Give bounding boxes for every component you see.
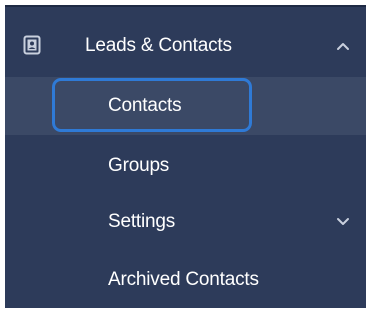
sidebar-item-label: Groups (108, 155, 170, 176)
nav-group-leads-contacts[interactable]: Leads & Contacts (5, 15, 366, 77)
sidebar-item-label: Contacts (108, 95, 182, 116)
sidebar-item-label: Settings (108, 211, 176, 232)
chevron-down-icon[interactable] (336, 217, 350, 227)
sidebar-item-groups[interactable]: Groups (5, 137, 366, 195)
sidebar-item-archived-contacts[interactable]: Archived Contacts (5, 251, 366, 309)
sidebar-item-label: Archived Contacts (108, 269, 259, 290)
sidebar-item-contacts[interactable]: Contacts (5, 77, 366, 135)
panel-top-border (5, 5, 366, 7)
chevron-up-icon[interactable] (336, 41, 350, 51)
nav-group-label: Leads & Contacts (85, 35, 232, 56)
contact-book-icon (23, 35, 41, 55)
sidebar-item-settings[interactable]: Settings (5, 193, 366, 251)
sidebar-nav: Leads & Contacts Contacts Groups Setting… (5, 5, 366, 308)
